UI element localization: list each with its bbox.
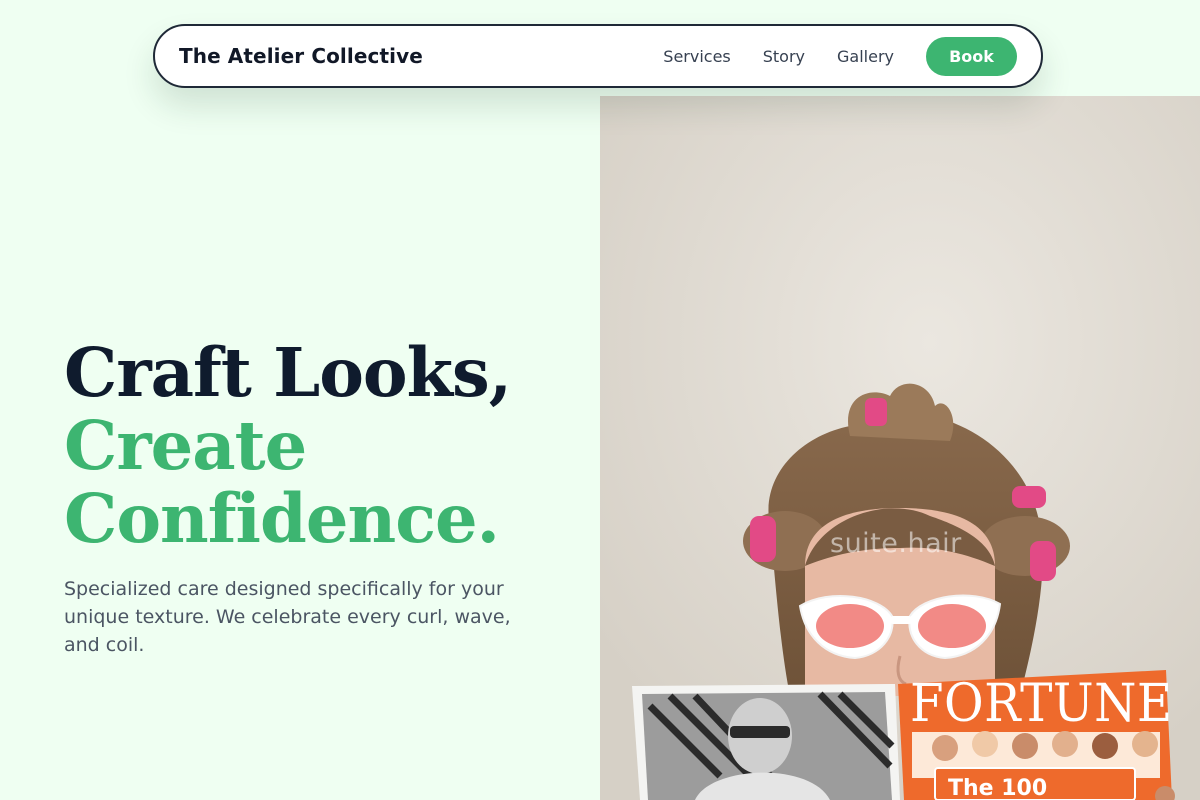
headline-line-3: Confidence. [64, 479, 500, 558]
headline-line-1: Craft Looks, [64, 333, 512, 412]
nav-link-gallery[interactable]: Gallery [837, 47, 894, 66]
hero-text-section: Craft Looks, Create Confidence. Speciali… [64, 336, 584, 659]
top-navbar: The Atelier Collective Services Story Ga… [153, 24, 1043, 88]
brand-logo-text[interactable]: The Atelier Collective [179, 44, 423, 68]
image-watermark: suite.hair [830, 528, 962, 559]
headline-line-2: Create [64, 406, 307, 485]
magazine-subtitle: The 100 [948, 776, 1048, 800]
hero-headline: Craft Looks, Create Confidence. [64, 336, 584, 555]
magazine-title: FORTUNE [910, 674, 1173, 734]
nav-link-story[interactable]: Story [763, 47, 805, 66]
book-button[interactable]: Book [926, 36, 1017, 76]
nav-link-services[interactable]: Services [663, 47, 730, 66]
nav-links: Services Story Gallery Book [663, 36, 1017, 76]
hero-photo: suite.hair FORTUNE The 100 [600, 96, 1200, 800]
hero-subcopy: Specialized care designed specifically f… [64, 578, 511, 656]
